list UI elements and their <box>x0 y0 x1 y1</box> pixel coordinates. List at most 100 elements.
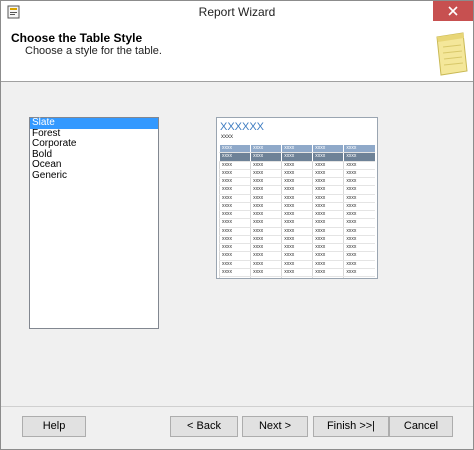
preview-table-cell: xxxx <box>250 260 282 269</box>
preview-table-cell: xxxx <box>250 268 282 278</box>
preview-table-cell: xxxx <box>250 251 282 261</box>
table-style-preview: XXXXXX xxxx xxxx xxxx xxxx xxxx xxxx xxxx xxxx… <box>216 117 378 279</box>
preview-table-cell: xxxx <box>343 243 375 253</box>
preview-table: xxxx xxxx xxxx xxxx xxxx xxxx xxxx xxxx xxxx xxxx… <box>218 145 375 278</box>
preview-table-cell: xxxx <box>281 210 313 220</box>
preview-table-cell: xxxx <box>218 243 251 253</box>
preview-table-cell: xxxx <box>312 194 344 203</box>
preview-table-cell: xxxx <box>343 152 375 162</box>
preview-table-cell: xxxx <box>218 169 251 179</box>
preview-table-cell: xxxx <box>312 276 344 278</box>
preview-table-row: xxxxxxxxxxxxxxxxxxxx <box>218 185 375 195</box>
preview-table-cell: xxxx <box>312 268 344 278</box>
preview-table-cell: xxxx <box>343 268 375 278</box>
preview-table-cell: xxxx <box>312 251 344 261</box>
preview-table-cell: xxxx <box>312 218 344 228</box>
preview-table-row: xxxxxxxxxxxxxxxxxxxx <box>218 276 375 278</box>
finish-button[interactable]: Finish >>| <box>313 416 389 437</box>
preview-table-cell: xxxx <box>218 251 251 261</box>
preview-table-cell: xxxx <box>281 177 313 187</box>
preview-table-cell: xxxx <box>343 161 375 170</box>
preview-table-cell: xxxx <box>218 227 251 236</box>
preview-table-cell: xxxx <box>343 260 375 269</box>
preview-table-row: xxxxxxxxxxxxxxxxxxxx <box>218 251 375 261</box>
preview-table-cell: xxxx <box>281 276 313 278</box>
preview-table-cell: xxxx <box>343 276 375 278</box>
preview-table-cell: xxxx <box>250 145 282 154</box>
preview-table-row: xxxxxxxxxxxxxxxxxxxx <box>218 152 375 162</box>
preview-table-cell: xxxx <box>218 145 251 154</box>
window-title: Report Wizard <box>198 5 276 19</box>
preview-table-cell: xxxx <box>281 202 313 212</box>
preview-table-cell: xxxx <box>343 235 375 245</box>
close-icon <box>448 6 458 16</box>
preview-table-row: xxxxxxxxxxxxxxxxxxxx <box>218 227 375 236</box>
preview-table-cell: xxxx <box>343 194 375 203</box>
wizard-content: Slate Forest Corporate Bold Ocean Generic XXX… <box>1 82 473 406</box>
report-wizard-window: Report Wizard Choose the Table Style Cho… <box>0 0 474 450</box>
preview-table-cell: xxxx <box>281 235 313 245</box>
preview-table-cell: xxxx <box>218 202 251 212</box>
preview-table-cell: xxxx <box>250 227 282 236</box>
preview-table-cell: xxxx <box>218 161 251 170</box>
preview-table-cell: xxxx <box>281 161 313 170</box>
style-list-item[interactable]: Corporate <box>30 138 158 150</box>
preview-table-cell: xxxx <box>281 218 313 228</box>
preview-table-cell: xxxx <box>312 177 344 187</box>
table-style-list[interactable]: Slate Forest Corporate Bold Ocean Generic <box>29 117 159 329</box>
preview-table-row: xxxxxxxxxxxxxxxxxxxx <box>218 169 375 179</box>
preview-table-row: xxxxxxxxxxxxxxxxxxxx <box>218 161 375 170</box>
preview-table-row: xxxxxxxxxxxxxxxxxxxx <box>218 210 375 220</box>
preview-table-row: xxxxxxxxxxxxxxxxxxxx <box>218 260 375 269</box>
cancel-button[interactable]: Cancel <box>389 416 453 437</box>
preview-table-row: xxxxxxxxxxxxxxxxxxxx <box>218 202 375 212</box>
preview-table-cell: xxxx <box>312 202 344 212</box>
preview-table-cell: xxxx <box>218 210 251 220</box>
preview-table-row: xxxxxxxxxxxxxxxxxxxx <box>218 243 375 253</box>
preview-table-cell: xxxx <box>312 161 344 170</box>
preview-table-row: xxxxxxxxxxxxxxxxxxxx <box>218 177 375 187</box>
preview-table-cell: xxxx <box>250 218 282 228</box>
preview-table-cell: xxxx <box>250 152 282 162</box>
close-button[interactable] <box>433 1 473 21</box>
preview-table-cell: xxxx <box>281 227 313 236</box>
preview-table-cell: xxxx <box>281 185 313 195</box>
preview-table-cell: xxxx <box>343 177 375 187</box>
next-button[interactable]: Next > <box>242 416 308 437</box>
title-bar: Report Wizard <box>1 1 473 23</box>
preview-table-cell: xxxx <box>281 145 313 154</box>
preview-table-cell: xxxx <box>343 218 375 228</box>
help-button[interactable]: Help <box>22 416 86 437</box>
style-list-item[interactable]: Ocean <box>30 159 158 171</box>
preview-table-cell: xxxx <box>312 185 344 195</box>
preview-table-cell: xxxx <box>250 177 282 187</box>
preview-table-cell: xxxx <box>218 185 251 195</box>
preview-table-cell: xxxx <box>343 145 375 154</box>
preview-table-cell: xxxx <box>312 227 344 236</box>
preview-table-cell: xxxx <box>218 276 251 278</box>
preview-table-cell: xxxx <box>343 185 375 195</box>
preview-table-cell: xxxx <box>281 169 313 179</box>
preview-table-row: xxxxxxxxxxxxxxxxxxxx <box>218 145 375 154</box>
preview-subtitle: xxxx <box>221 134 233 140</box>
preview-table-cell: xxxx <box>218 194 251 203</box>
preview-table-row: xxxxxxxxxxxxxxxxxxxx <box>218 268 375 278</box>
page-subtitle: Choose a style for the table. <box>25 45 162 57</box>
back-button[interactable]: < Back <box>170 416 238 437</box>
style-list-item[interactable]: Generic <box>30 170 158 182</box>
preview-table-cell: xxxx <box>250 169 282 179</box>
preview-table-cell: xxxx <box>250 243 282 253</box>
preview-table-cell: xxxx <box>281 251 313 261</box>
style-list-item[interactable]: Slate <box>30 117 158 129</box>
preview-table-cell: xxxx <box>312 145 344 154</box>
preview-table-cell: xxxx <box>343 169 375 179</box>
preview-table-cell: xxxx <box>281 194 313 203</box>
preview-table-cell: xxxx <box>343 251 375 261</box>
preview-table-cell: xxxx <box>250 235 282 245</box>
preview-table-cell: xxxx <box>218 235 251 245</box>
preview-table-cell: xxxx <box>312 260 344 269</box>
preview-table-cell: xxxx <box>281 243 313 253</box>
preview-table-row: xxxxxxxxxxxxxxxxxxxx <box>218 235 375 245</box>
wizard-header: Choose the Table Style Choose a style fo… <box>1 23 473 82</box>
preview-table-cell: xxxx <box>250 194 282 203</box>
